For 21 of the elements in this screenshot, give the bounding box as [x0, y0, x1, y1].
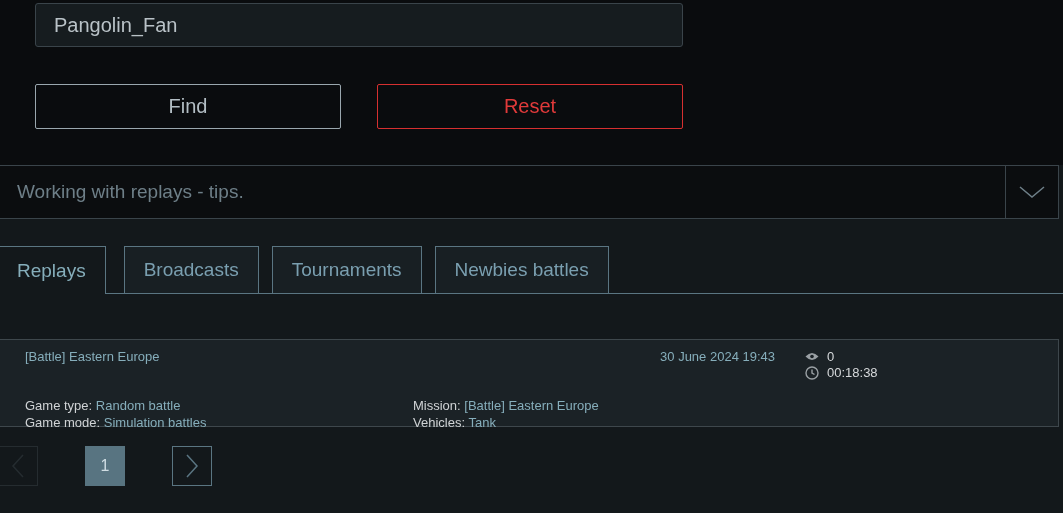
replay-detail: Game type: Random battle: [25, 397, 182, 414]
replay-date: 30 June 2024 19:43: [659, 349, 776, 366]
clock-icon: [805, 365, 819, 380]
chevron-right-icon: [185, 453, 199, 479]
next-page-button[interactable]: [172, 446, 212, 486]
search-field[interactable]: Pangolin_Fan: [35, 3, 683, 47]
eye-icon: [805, 352, 819, 361]
tab[interactable]: Newbies battles: [434, 246, 609, 293]
tab[interactable]: Broadcasts: [123, 246, 259, 293]
tab[interactable]: Replays: [0, 246, 106, 294]
view-count: 0: [827, 349, 835, 364]
duration: 00:18:38: [827, 365, 878, 380]
tab[interactable]: Tournaments: [271, 246, 422, 293]
find-button[interactable]: Find: [35, 84, 341, 129]
chevron-icon: [1019, 185, 1045, 199]
page-button[interactable]: 1: [85, 446, 125, 486]
replay-card[interactable]: [Battle] Eastern Europe 30 June 2024 19:43 0 00:18:38 Game type: Random battle Mission: [Battle] Eastern Europe Game mode: Simulation battles Vehicles: Tank: [0, 339, 1059, 427]
replay-title: [Battle] Eastern Europe: [25, 349, 161, 366]
replay-detail: Mission: [Battle] Eastern Europe: [413, 397, 600, 414]
tips-title: Working with replays - tips.: [16, 180, 245, 204]
reset-button[interactable]: Reset: [377, 84, 683, 129]
